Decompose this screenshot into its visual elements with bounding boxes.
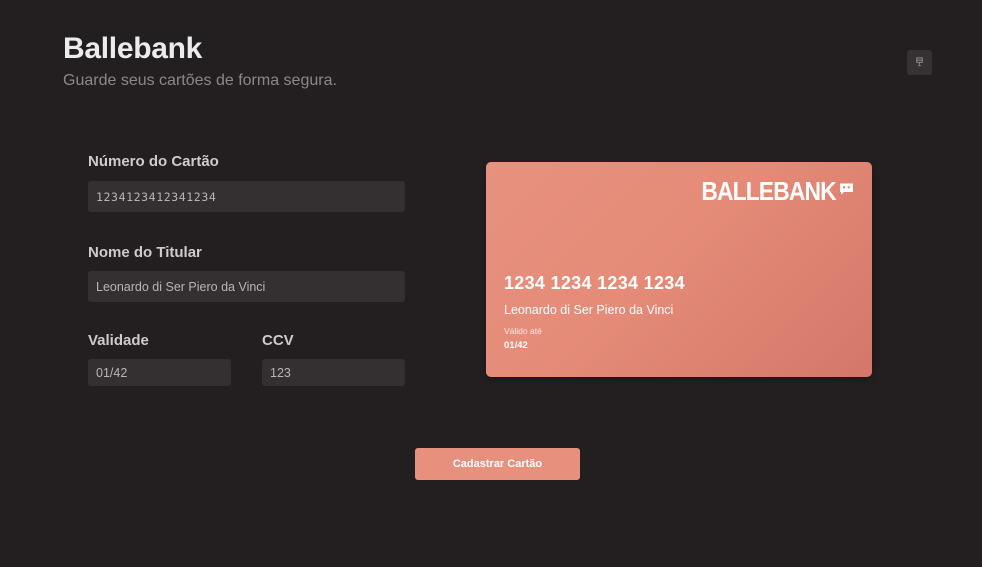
holder-name-label: Nome do Titular — [88, 244, 202, 261]
app-title: Ballebank — [63, 32, 203, 65]
app-subtitle: Guarde seus cartões de forma segura. — [63, 72, 337, 89]
card-preview-valid-value: 01/42 — [504, 340, 528, 351]
card-brand-logo: BALLEBANK — [701, 176, 837, 206]
card-preview-holder: Leonardo di Ser Piero da Vinci — [504, 303, 674, 317]
card-preview-number: 1234 1234 1234 1234 — [504, 273, 685, 293]
card-preview-valid-label: Válido até — [504, 326, 542, 336]
theme-toggle-button[interactable] — [907, 50, 932, 75]
ccv-label: CCV — [262, 332, 294, 349]
holder-name-input[interactable] — [88, 271, 405, 302]
expiry-input[interactable] — [88, 359, 231, 386]
card-number-label: Número do Cartão — [88, 153, 219, 170]
chip-icon — [839, 182, 854, 200]
card-number-input[interactable] — [88, 181, 405, 212]
card-preview: BALLEBANK 1234 1234 1234 1234 Leonardo d… — [486, 162, 872, 377]
card-brand: BALLEBANK — [683, 178, 854, 204]
expiry-label: Validade — [88, 332, 149, 349]
theme-toggle-icon — [914, 54, 925, 72]
submit-card-button[interactable]: Cadastrar Cartão — [415, 448, 580, 480]
ccv-input[interactable] — [262, 359, 405, 386]
